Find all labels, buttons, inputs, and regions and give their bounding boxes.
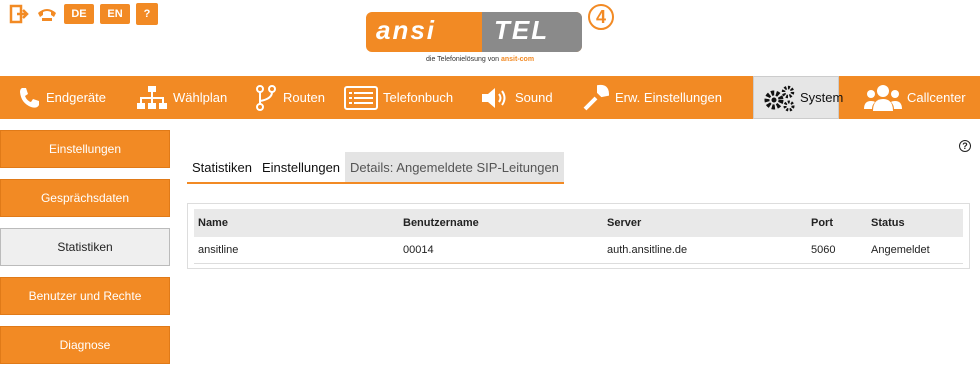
nav-item-erw-einstellungen[interactable]: Erw. Einstellungen (573, 76, 753, 119)
language-en-button[interactable]: EN (100, 4, 130, 24)
nav-label: Routen (283, 90, 325, 105)
table-header-row: Name Benutzername Server Port Status (194, 209, 963, 237)
phone-hangup-icon[interactable] (36, 3, 58, 25)
sip-lines-table: Name Benutzername Server Port Status ans… (194, 209, 963, 264)
table-row[interactable]: ansitline 00014 auth.ansitline.de 5060 A… (194, 237, 963, 264)
nav-item-waehlplan[interactable]: Wählplan (127, 76, 245, 119)
sidebar-item-gespraechsdaten[interactable]: Gesprächsdaten (0, 179, 170, 217)
logo-text-ansi: ansi (376, 15, 437, 45)
logout-icon[interactable] (8, 3, 30, 25)
main-navigation: Endgeräte Wählplan Routen Telefonbuch So… (0, 76, 980, 119)
help-button[interactable]: ? (136, 3, 158, 25)
sidebar: Einstellungen Gesprächsdaten Statistiken… (0, 130, 170, 375)
version-badge: 4 (588, 4, 614, 30)
nav-label: Wählplan (173, 90, 228, 105)
nav-label: Telefonbuch (383, 90, 454, 105)
logo-subtitle: die Telefonielösung von ansit-com (426, 56, 535, 63)
list-icon (343, 85, 379, 111)
column-header-port: Port (811, 217, 833, 229)
cell-name: ansitline (194, 237, 399, 264)
cell-port: 5060 (807, 237, 867, 264)
sidebar-item-diagnose[interactable]: Diagnose (0, 326, 170, 364)
sidebar-item-einstellungen[interactable]: Einstellungen (0, 130, 170, 168)
subtab-einstellungen[interactable]: Einstellungen (257, 152, 345, 182)
phone-icon (16, 85, 42, 111)
speaker-icon (479, 85, 511, 111)
logo-text-tel: TEL (494, 15, 550, 45)
column-header-status: Status (871, 217, 905, 229)
cell-status: Angemeldet (867, 237, 963, 264)
nav-label: Callcenter (907, 90, 966, 105)
subtabs: Statistiken Einstellungen Details: Angem… (187, 152, 564, 184)
wrench-icon (581, 84, 611, 111)
column-header-server: Server (607, 217, 642, 229)
cell-server: auth.ansitline.de (603, 237, 807, 264)
users-icon (863, 84, 903, 111)
nav-item-sound[interactable]: Sound (471, 76, 573, 119)
nav-item-routen[interactable]: Routen (245, 76, 335, 119)
sidebar-item-statistiken[interactable]: Statistiken (0, 228, 170, 266)
language-de-button[interactable]: DE (64, 4, 94, 24)
nav-label: Erw. Einstellungen (615, 90, 722, 105)
top-toolbar: DE EN ? (8, 3, 158, 25)
sitemap-icon (135, 85, 169, 111)
cell-benutzername: 00014 (399, 237, 603, 264)
column-header-benutzername: Benutzername (403, 217, 479, 229)
nav-label: Sound (515, 90, 553, 105)
ansitel-logo: ansi TEL 4 die Telefonielösung von ansit… (366, 4, 616, 70)
nav-item-telefonbuch[interactable]: Telefonbuch (335, 76, 471, 119)
subtab-statistiken[interactable]: Statistiken (187, 152, 257, 182)
route-icon (253, 84, 279, 111)
sidebar-item-benutzer-und-rechte[interactable]: Benutzer und Rechte (0, 277, 170, 315)
sip-lines-table-container: Name Benutzername Server Port Status ans… (187, 203, 970, 269)
nav-item-callcenter[interactable]: Callcenter (839, 76, 974, 119)
nav-item-endgeraete[interactable]: Endgeräte (0, 76, 127, 119)
subtab-details-sip-leitungen[interactable]: Details: Angemeldete SIP-Leitungen (345, 152, 564, 182)
nav-item-system[interactable]: System (753, 76, 843, 119)
nav-label: System (800, 90, 844, 105)
gears-icon (762, 85, 796, 111)
help-icon[interactable]: ? (959, 140, 971, 152)
column-header-name: Name (198, 217, 228, 229)
nav-label: Endgeräte (46, 90, 106, 105)
